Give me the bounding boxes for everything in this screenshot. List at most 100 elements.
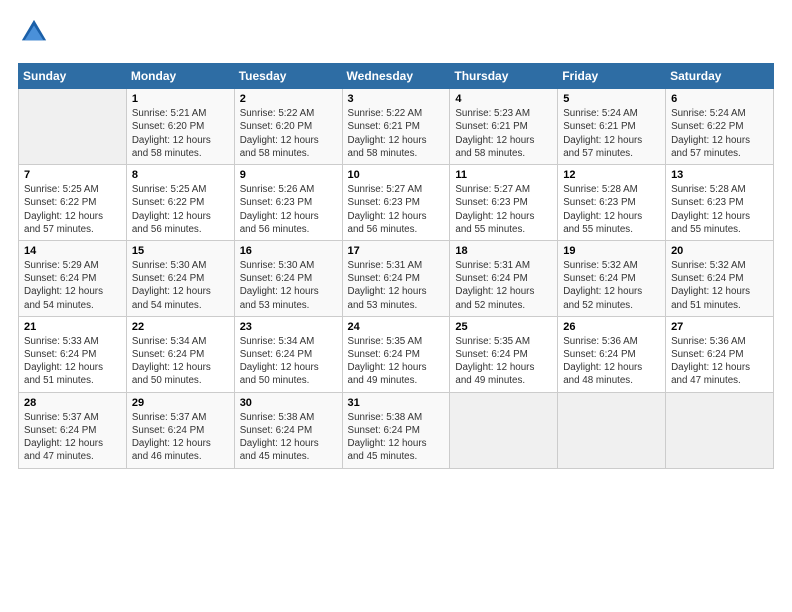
day-info: Sunrise: 5:24 AM Sunset: 6:22 PM Dayligh… — [671, 107, 768, 160]
weekday-header-friday: Friday — [558, 64, 666, 89]
calendar-page: SundayMondayTuesdayWednesdayThursdayFrid… — [0, 0, 792, 479]
calendar-cell: 27Sunrise: 5:36 AM Sunset: 6:24 PM Dayli… — [666, 316, 774, 392]
day-number: 6 — [671, 93, 768, 105]
weekday-header-saturday: Saturday — [666, 64, 774, 89]
calendar-cell: 15 Sunrise: 5:30 AM Sunset: 6:24 PM Dayli… — [126, 240, 234, 316]
calendar-week-row: 1Sunrise: 5:21 AM Sunset: 6:20 PM Daylig… — [19, 89, 774, 165]
day-number: 13 — [671, 169, 768, 181]
day-number: 18 — [455, 245, 552, 257]
day-info: Sunrise: 5:21 AM Sunset: 6:20 PM Dayligh… — [132, 107, 229, 160]
day-number: 15 — [132, 245, 229, 257]
calendar-week-row: 28 Sunrise: 5:37 AM Sunset: 6:24 PM Dayli… — [19, 392, 774, 468]
calendar-week-row: 14 Sunrise: 5:29 AM Sunset: 6:24 PM Dayli… — [19, 240, 774, 316]
day-number: 11 — [455, 169, 552, 181]
calendar-cell: 21Sunrise: 5:33 AM Sunset: 6:24 PM Dayli… — [19, 316, 127, 392]
calendar-cell: 3 Sunrise: 5:22 AM Sunset: 6:21 PM Daylig… — [342, 89, 450, 165]
calendar-week-row: 7 Sunrise: 5:25 AM Sunset: 6:22 PM Daylig… — [19, 165, 774, 241]
day-number: 8 — [132, 169, 229, 181]
day-info: Sunrise: 5:30 AM Sunset: 6:24 PM Dayligh… — [132, 259, 229, 312]
calendar-cell: 11Sunrise: 5:27 AM Sunset: 6:23 PM Dayli… — [450, 165, 558, 241]
day-info: Sunrise: 5:37 AM Sunset: 6:24 PM Dayligh… — [24, 411, 121, 464]
logo — [18, 18, 48, 51]
day-number: 3 — [348, 93, 445, 105]
calendar-cell: 20 Sunrise: 5:32 AM Sunset: 6:24 PM Dayli… — [666, 240, 774, 316]
day-info: Sunrise: 5:32 AM Sunset: 6:24 PM Dayligh… — [671, 259, 768, 312]
day-info: Sunrise: 5:25 AM Sunset: 6:22 PM Dayligh… — [24, 183, 121, 236]
calendar-cell: 5 Sunrise: 5:24 AM Sunset: 6:21 PM Daylig… — [558, 89, 666, 165]
day-info: Sunrise: 5:24 AM Sunset: 6:21 PM Dayligh… — [563, 107, 660, 160]
calendar-cell: 24 Sunrise: 5:35 AM Sunset: 6:24 PM Dayli… — [342, 316, 450, 392]
day-info: Sunrise: 5:25 AM Sunset: 6:22 PM Dayligh… — [132, 183, 229, 236]
calendar-cell: 29 Sunrise: 5:37 AM Sunset: 6:24 PM Dayli… — [126, 392, 234, 468]
calendar-cell: 14 Sunrise: 5:29 AM Sunset: 6:24 PM Dayli… — [19, 240, 127, 316]
calendar-cell — [19, 89, 127, 165]
day-number: 27 — [671, 321, 768, 333]
day-number: 10 — [348, 169, 445, 181]
day-info: Sunrise: 5:35 AM Sunset: 6:24 PM Dayligh… — [455, 335, 552, 388]
calendar-cell: 13 Sunrise: 5:28 AM Sunset: 6:23 PM Dayli… — [666, 165, 774, 241]
calendar-cell: 12 Sunrise: 5:28 AM Sunset: 6:23 PM Dayli… — [558, 165, 666, 241]
day-info: Sunrise: 5:27 AM Sunset: 6:23 PM Dayligh… — [348, 183, 445, 236]
day-number: 28 — [24, 397, 121, 409]
weekday-header-sunday: Sunday — [19, 64, 127, 89]
calendar-cell: 23 Sunrise: 5:34 AM Sunset: 6:24 PM Dayli… — [234, 316, 342, 392]
weekday-header-tuesday: Tuesday — [234, 64, 342, 89]
day-info: Sunrise: 5:33 AM Sunset: 6:24 PM Dayligh… — [24, 335, 121, 388]
calendar-cell: 30 Sunrise: 5:38 AM Sunset: 6:24 PM Dayli… — [234, 392, 342, 468]
day-number: 26 — [563, 321, 660, 333]
logo-icon — [20, 18, 48, 46]
weekday-header-monday: Monday — [126, 64, 234, 89]
day-number: 5 — [563, 93, 660, 105]
day-info: Sunrise: 5:34 AM Sunset: 6:24 PM Dayligh… — [240, 335, 337, 388]
calendar-cell: 22Sunrise: 5:34 AM Sunset: 6:24 PM Dayli… — [126, 316, 234, 392]
day-info: Sunrise: 5:22 AM Sunset: 6:20 PM Dayligh… — [240, 107, 337, 160]
day-number: 7 — [24, 169, 121, 181]
day-info: Sunrise: 5:32 AM Sunset: 6:24 PM Dayligh… — [563, 259, 660, 312]
calendar-cell: 26 Sunrise: 5:36 AM Sunset: 6:24 PM Dayli… — [558, 316, 666, 392]
day-number: 17 — [348, 245, 445, 257]
day-info: Sunrise: 5:38 AM Sunset: 6:24 PM Dayligh… — [240, 411, 337, 464]
day-number: 20 — [671, 245, 768, 257]
weekday-header-row: SundayMondayTuesdayWednesdayThursdayFrid… — [19, 64, 774, 89]
calendar-table: SundayMondayTuesdayWednesdayThursdayFrid… — [18, 63, 774, 468]
calendar-cell: 18 Sunrise: 5:31 AM Sunset: 6:24 PM Dayli… — [450, 240, 558, 316]
calendar-cell: 1Sunrise: 5:21 AM Sunset: 6:20 PM Daylig… — [126, 89, 234, 165]
calendar-cell — [666, 392, 774, 468]
day-number: 25 — [455, 321, 552, 333]
day-info: Sunrise: 5:23 AM Sunset: 6:21 PM Dayligh… — [455, 107, 552, 160]
day-info: Sunrise: 5:28 AM Sunset: 6:23 PM Dayligh… — [671, 183, 768, 236]
calendar-cell: 17 Sunrise: 5:31 AM Sunset: 6:24 PM Dayli… — [342, 240, 450, 316]
calendar-cell: 28 Sunrise: 5:37 AM Sunset: 6:24 PM Dayli… — [19, 392, 127, 468]
day-number: 16 — [240, 245, 337, 257]
day-number: 24 — [348, 321, 445, 333]
day-number: 31 — [348, 397, 445, 409]
day-number: 23 — [240, 321, 337, 333]
day-info: Sunrise: 5:29 AM Sunset: 6:24 PM Dayligh… — [24, 259, 121, 312]
day-info: Sunrise: 5:31 AM Sunset: 6:24 PM Dayligh… — [455, 259, 552, 312]
day-info: Sunrise: 5:30 AM Sunset: 6:24 PM Dayligh… — [240, 259, 337, 312]
day-info: Sunrise: 5:35 AM Sunset: 6:24 PM Dayligh… — [348, 335, 445, 388]
calendar-week-row: 21Sunrise: 5:33 AM Sunset: 6:24 PM Dayli… — [19, 316, 774, 392]
day-info: Sunrise: 5:28 AM Sunset: 6:23 PM Dayligh… — [563, 183, 660, 236]
day-number: 14 — [24, 245, 121, 257]
calendar-cell — [450, 392, 558, 468]
calendar-cell — [558, 392, 666, 468]
header — [18, 18, 774, 51]
day-info: Sunrise: 5:31 AM Sunset: 6:24 PM Dayligh… — [348, 259, 445, 312]
calendar-cell: 2Sunrise: 5:22 AM Sunset: 6:20 PM Daylig… — [234, 89, 342, 165]
day-number: 9 — [240, 169, 337, 181]
day-number: 30 — [240, 397, 337, 409]
day-number: 12 — [563, 169, 660, 181]
day-number: 22 — [132, 321, 229, 333]
day-info: Sunrise: 5:36 AM Sunset: 6:24 PM Dayligh… — [563, 335, 660, 388]
day-info: Sunrise: 5:37 AM Sunset: 6:24 PM Dayligh… — [132, 411, 229, 464]
calendar-cell: 10 Sunrise: 5:27 AM Sunset: 6:23 PM Dayli… — [342, 165, 450, 241]
calendar-cell: 19 Sunrise: 5:32 AM Sunset: 6:24 PM Dayli… — [558, 240, 666, 316]
weekday-header-wednesday: Wednesday — [342, 64, 450, 89]
calendar-cell: 31Sunrise: 5:38 AM Sunset: 6:24 PM Dayli… — [342, 392, 450, 468]
calendar-cell: 16 Sunrise: 5:30 AM Sunset: 6:24 PM Dayli… — [234, 240, 342, 316]
calendar-cell: 9Sunrise: 5:26 AM Sunset: 6:23 PM Daylig… — [234, 165, 342, 241]
day-number: 29 — [132, 397, 229, 409]
day-number: 19 — [563, 245, 660, 257]
day-info: Sunrise: 5:22 AM Sunset: 6:21 PM Dayligh… — [348, 107, 445, 160]
